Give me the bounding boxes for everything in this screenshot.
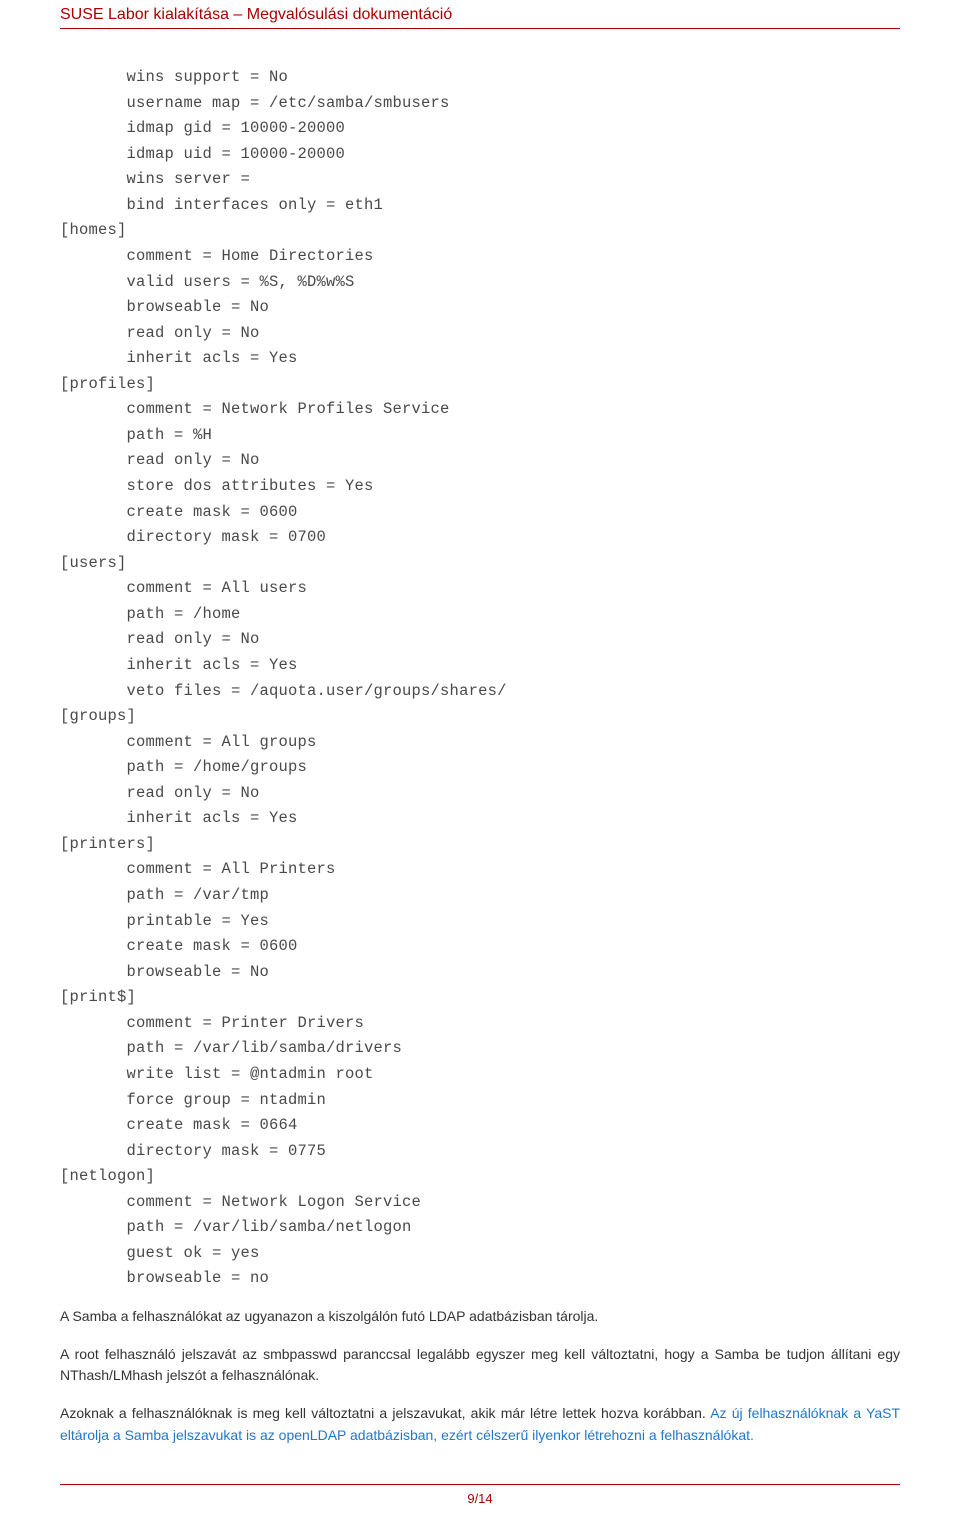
document-header: SUSE Labor kialakítása – Megvalósulási d… [60,0,900,29]
samba-config-code: wins support = No username map = /etc/sa… [60,65,900,1292]
paragraph-samba-ldap: A Samba a felhasználókat az ugyanazon a … [60,1306,900,1328]
paragraph-users-password: Azoknak a felhasználóknak is meg kell vá… [60,1403,900,1446]
document-title: SUSE Labor kialakítása – Megvalósulási d… [60,6,452,23]
page-number: 9/14 [467,1491,492,1506]
document-footer: 9/14 [60,1484,900,1506]
paragraph-root-password: A root felhasználó jelszavát az smbpassw… [60,1344,900,1387]
paragraph-users-a: Azoknak a felhasználóknak is meg kell vá… [60,1405,706,1421]
